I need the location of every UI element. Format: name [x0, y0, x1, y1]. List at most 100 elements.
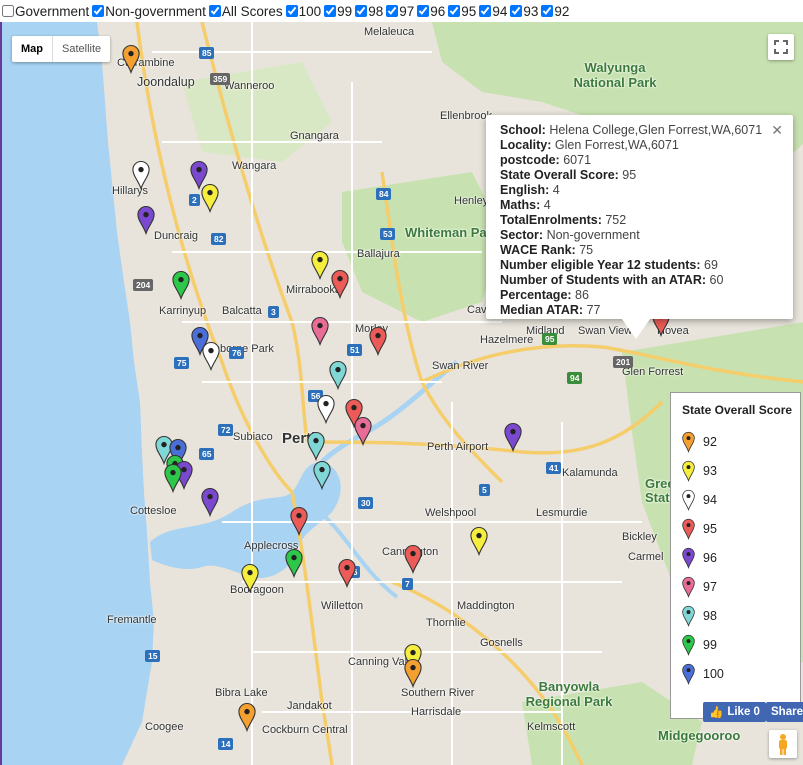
- map-pin-icon: [132, 161, 150, 191]
- map-place-label: Ballajura: [357, 248, 400, 260]
- filter-government[interactable]: Government: [0, 4, 89, 19]
- facebook-share-button[interactable]: Share: [766, 702, 803, 722]
- school-marker[interactable]: [290, 506, 308, 537]
- school-marker[interactable]: [404, 658, 422, 689]
- info-row: Median ATAR: 77: [500, 303, 793, 318]
- map-pin-icon: [172, 271, 190, 301]
- filter-95[interactable]: 95: [446, 4, 476, 19]
- filter-checkbox[interactable]: [355, 5, 368, 17]
- school-marker[interactable]: [404, 544, 422, 575]
- school-marker[interactable]: [317, 394, 335, 425]
- filter-checkbox[interactable]: [386, 5, 399, 17]
- filter-label: 99: [337, 3, 353, 19]
- info-row: Percentage: 86: [500, 288, 793, 303]
- info-label: Number of Students with an ATAR:: [500, 273, 707, 287]
- road-shield: 3: [268, 306, 279, 318]
- school-marker[interactable]: [190, 160, 208, 191]
- filter-99[interactable]: 99: [322, 4, 352, 19]
- school-marker[interactable]: [369, 326, 387, 357]
- school-marker[interactable]: [238, 702, 256, 733]
- filter-checkbox[interactable]: [541, 5, 554, 17]
- road-shield: 75: [174, 357, 190, 369]
- school-marker[interactable]: [313, 460, 331, 491]
- school-marker[interactable]: [202, 341, 220, 372]
- info-label: Percentage:: [500, 288, 572, 302]
- map-place-label: Maddington: [457, 600, 515, 612]
- school-marker[interactable]: [331, 269, 349, 300]
- info-value: 75: [579, 243, 594, 257]
- filter-checkbox[interactable]: [208, 5, 221, 17]
- map-type-satellite-button[interactable]: Satellite: [52, 36, 110, 62]
- school-marker[interactable]: [470, 526, 488, 557]
- info-row: Number eligible Year 12 students: 69: [500, 258, 793, 273]
- school-marker[interactable]: [311, 316, 329, 347]
- school-marker[interactable]: [307, 431, 325, 462]
- map-place-label: Lesmurdie: [536, 507, 588, 519]
- road-shield: 14: [218, 738, 234, 750]
- school-marker[interactable]: [122, 44, 140, 75]
- filter-checkbox[interactable]: [510, 5, 523, 17]
- info-value: Non-government: [546, 228, 640, 242]
- filter-checkbox[interactable]: [417, 5, 430, 17]
- school-marker[interactable]: [201, 487, 219, 518]
- filter-non-government[interactable]: Non-government: [90, 4, 206, 19]
- filter-98[interactable]: 98: [353, 4, 383, 19]
- filter-96[interactable]: 96: [415, 4, 445, 19]
- filter-checkbox[interactable]: [92, 5, 105, 17]
- map-place-label: Kelmscott: [527, 721, 576, 733]
- map-pin-icon: [313, 461, 331, 491]
- school-marker[interactable]: [164, 463, 182, 494]
- road-shield: 201: [613, 356, 634, 368]
- legend-label: 96: [703, 550, 717, 565]
- filter-97[interactable]: 97: [384, 4, 414, 19]
- school-marker[interactable]: [311, 250, 329, 281]
- legend-label: 100: [703, 666, 724, 681]
- school-marker[interactable]: [354, 416, 372, 447]
- legend-label: 93: [703, 463, 717, 478]
- filter-checkbox[interactable]: [285, 5, 298, 17]
- school-marker[interactable]: [137, 205, 155, 236]
- filter-100[interactable]: 100: [284, 3, 322, 19]
- legend-item: 93: [682, 456, 800, 485]
- school-marker[interactable]: [132, 160, 150, 191]
- park-area-pine: [182, 62, 332, 162]
- school-marker[interactable]: [285, 548, 303, 579]
- filter-label: 100: [298, 3, 322, 19]
- school-marker[interactable]: [329, 360, 347, 391]
- filter-checkbox[interactable]: [479, 5, 492, 17]
- info-value: 95: [622, 168, 637, 182]
- map-pin-icon: [682, 576, 695, 598]
- filter-93[interactable]: 93: [508, 4, 538, 19]
- map-place-label: Welshpool: [425, 507, 477, 519]
- school-marker[interactable]: [172, 270, 190, 301]
- map-type-map-button[interactable]: Map: [12, 36, 52, 62]
- legend-item: 99: [682, 630, 800, 659]
- legend-label: 94: [703, 492, 717, 507]
- map[interactable]: CarramarMelaleucaCurrambineJoondalupWann…: [0, 22, 803, 765]
- close-icon[interactable]: ✕: [771, 123, 783, 138]
- filter-92[interactable]: 92: [539, 4, 569, 19]
- map-place-label: Carmel: [628, 551, 664, 563]
- school-marker[interactable]: [241, 563, 259, 594]
- school-marker[interactable]: [504, 422, 522, 453]
- fullscreen-button[interactable]: [768, 34, 794, 60]
- street-view-pegman[interactable]: [769, 730, 797, 758]
- facebook-like-button[interactable]: 👍 Like 0: [703, 702, 766, 722]
- map-pin-icon: [354, 417, 372, 447]
- map-pin-icon: [311, 317, 329, 347]
- map-place-label: Swan River: [432, 360, 489, 372]
- filter-checkbox[interactable]: [324, 5, 337, 17]
- like-label: Like 0: [727, 706, 760, 718]
- filter-checkbox[interactable]: [2, 5, 14, 17]
- map-place-label: Bibra Lake: [215, 687, 268, 699]
- legend-item: 98: [682, 601, 800, 630]
- legend-label: 95: [703, 521, 717, 536]
- info-row: Sector: Non-government: [500, 228, 793, 243]
- filter-checkbox[interactable]: [448, 5, 461, 17]
- filter-label: 92: [554, 3, 570, 19]
- map-pin-icon: [682, 460, 695, 482]
- school-marker[interactable]: [338, 558, 356, 589]
- filter-94[interactable]: 94: [477, 4, 507, 19]
- info-value: 60: [709, 273, 724, 287]
- filter-all-scores[interactable]: All Scores: [207, 4, 283, 19]
